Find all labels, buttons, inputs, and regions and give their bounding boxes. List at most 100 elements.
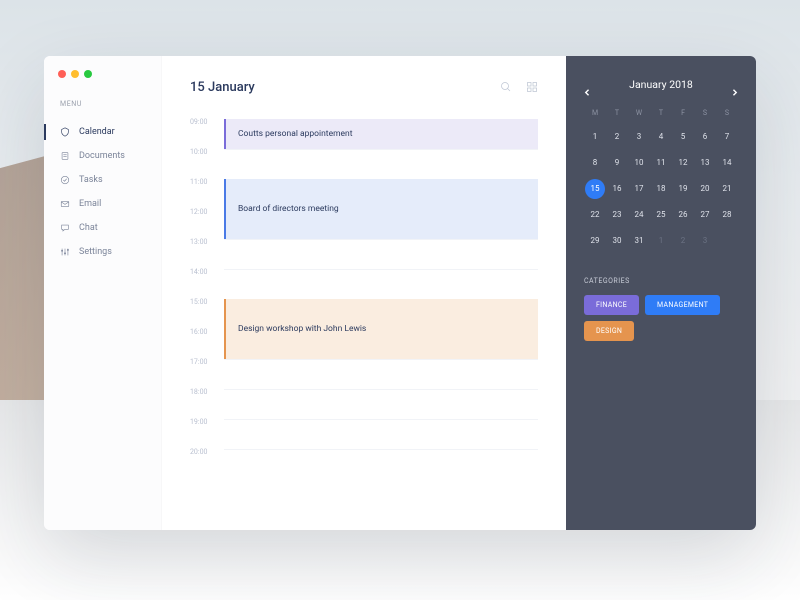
time-label: 20:00 (190, 449, 224, 456)
search-icon[interactable] (500, 78, 512, 97)
calendar-day[interactable]: 5 (673, 127, 693, 147)
dow-cell: S (716, 109, 738, 117)
time-label: 12:00 (190, 209, 224, 216)
menu-label: MENU (44, 100, 161, 108)
sidebar-item-email[interactable]: Email (44, 192, 161, 216)
documents-icon (60, 151, 70, 161)
dow-cell: F (672, 109, 694, 117)
calendar-day[interactable]: 12 (673, 153, 693, 173)
calendar-day[interactable]: 17 (629, 179, 649, 199)
sidebar-item-documents[interactable]: Documents (44, 144, 161, 168)
maximize-dot[interactable] (84, 70, 92, 78)
sidebar-item-label: Calendar (79, 127, 115, 137)
sidebar-item-label: Email (79, 199, 101, 209)
time-label: 14:00 (190, 269, 224, 276)
calendar-day[interactable]: 26 (673, 205, 693, 225)
sidebar-item-calendar[interactable]: Calendar (44, 120, 161, 144)
category-management[interactable]: MANAGEMENT (645, 295, 720, 315)
sidebar-item-settings[interactable]: Settings (44, 240, 161, 264)
window-controls (44, 70, 161, 78)
event-design[interactable]: Design workshop with John Lewis (224, 299, 538, 359)
sidebar-item-tasks[interactable]: Tasks (44, 168, 161, 192)
grid-icon[interactable] (526, 78, 538, 97)
close-dot[interactable] (58, 70, 66, 78)
event-title: Board of directors meeting (238, 204, 339, 214)
calendar-day[interactable]: 16 (607, 179, 627, 199)
calendar-title: January 2018 (629, 78, 693, 91)
sidebar-item-label: Tasks (79, 175, 103, 185)
main-panel: 15 January 09:00 10:00 11:00 12:00 13:00 14:0… (162, 56, 566, 530)
events-layer: Coutts personal appointement Board of dir… (224, 119, 538, 479)
tasks-icon (60, 175, 70, 185)
calendar-icon (60, 127, 70, 137)
calendar-day[interactable]: 19 (673, 179, 693, 199)
minimize-dot[interactable] (71, 70, 79, 78)
sidebar: MENU Calendar Documents Tasks Email Chat Sett… (44, 56, 162, 530)
dow-cell: S (694, 109, 716, 117)
sidebar-item-label: Documents (79, 151, 125, 161)
dow-cell: T (650, 109, 672, 117)
time-label: 11:00 (190, 179, 224, 186)
sidebar-item-label: Chat (79, 223, 98, 233)
time-label: 13:00 (190, 239, 224, 246)
calendar-header: January 2018 (584, 78, 738, 91)
calendar-day[interactable]: 30 (607, 231, 627, 251)
categories-label: CATEGORIES (584, 277, 738, 285)
calendar-day[interactable]: 9 (607, 153, 627, 173)
dow-cell: M (584, 109, 606, 117)
calendar-day[interactable]: 8 (585, 153, 605, 173)
event-finance[interactable]: Coutts personal appointement (224, 119, 538, 149)
calendar-day[interactable]: 3 (629, 127, 649, 147)
calendar-day-next-month[interactable]: 3 (695, 231, 715, 251)
page-title: 15 January (190, 80, 255, 95)
settings-icon (60, 247, 70, 257)
calendar-day[interactable]: 31 (629, 231, 649, 251)
category-finance[interactable]: FINANCE (584, 295, 639, 315)
calendar-day[interactable]: 21 (717, 179, 737, 199)
time-label: 17:00 (190, 359, 224, 366)
sidebar-item-label: Settings (79, 247, 112, 257)
calendar-dow-row: MTWTFSS (584, 109, 738, 117)
calendar-day[interactable]: 25 (651, 205, 671, 225)
next-month-button[interactable] (731, 81, 738, 88)
calendar-day[interactable]: 10 (629, 153, 649, 173)
categories: FINANCE MANAGEMENT DESIGN (584, 295, 738, 341)
calendar-day[interactable]: 11 (651, 153, 671, 173)
event-title: Coutts personal appointement (238, 129, 353, 139)
calendar-day[interactable]: 7 (717, 127, 737, 147)
calendar-day[interactable]: 28 (717, 205, 737, 225)
timeline: 09:00 10:00 11:00 12:00 13:00 14:00 15:00 16:00… (190, 119, 538, 479)
time-label: 16:00 (190, 329, 224, 336)
app-window: MENU Calendar Documents Tasks Email Chat Sett… (44, 56, 756, 530)
calendar-day[interactable]: 29 (585, 231, 605, 251)
calendar-day-next-month[interactable]: 2 (673, 231, 693, 251)
dow-cell: W (628, 109, 650, 117)
time-label: 10:00 (190, 149, 224, 156)
calendar-day[interactable]: 22 (585, 205, 605, 225)
time-label: 18:00 (190, 389, 224, 396)
calendar-day[interactable]: 4 (651, 127, 671, 147)
calendar-day[interactable]: 1 (585, 127, 605, 147)
calendar-day[interactable]: 27 (695, 205, 715, 225)
calendar-day[interactable]: 2 (607, 127, 627, 147)
time-label: 15:00 (190, 299, 224, 306)
prev-month-button[interactable] (584, 81, 591, 88)
event-management[interactable]: Board of directors meeting (224, 179, 538, 239)
calendar-day[interactable]: 23 (607, 205, 627, 225)
event-title: Design workshop with John Lewis (238, 324, 366, 334)
calendar-day[interactable]: 18 (651, 179, 671, 199)
dow-cell: T (606, 109, 628, 117)
calendar-day[interactable]: 6 (695, 127, 715, 147)
time-label: 09:00 (190, 119, 224, 126)
main-header: 15 January (190, 78, 538, 97)
calendar-day[interactable]: 15 (585, 179, 605, 199)
sidebar-item-chat[interactable]: Chat (44, 216, 161, 240)
calendar-day[interactable]: 13 (695, 153, 715, 173)
calendar-day[interactable]: 24 (629, 205, 649, 225)
category-design[interactable]: DESIGN (584, 321, 634, 341)
calendar-days: 1234567891011121314151617181920212223242… (584, 127, 738, 251)
calendar-day[interactable]: 14 (717, 153, 737, 173)
header-actions (500, 78, 538, 97)
calendar-day[interactable]: 20 (695, 179, 715, 199)
calendar-day-next-month[interactable]: 1 (651, 231, 671, 251)
